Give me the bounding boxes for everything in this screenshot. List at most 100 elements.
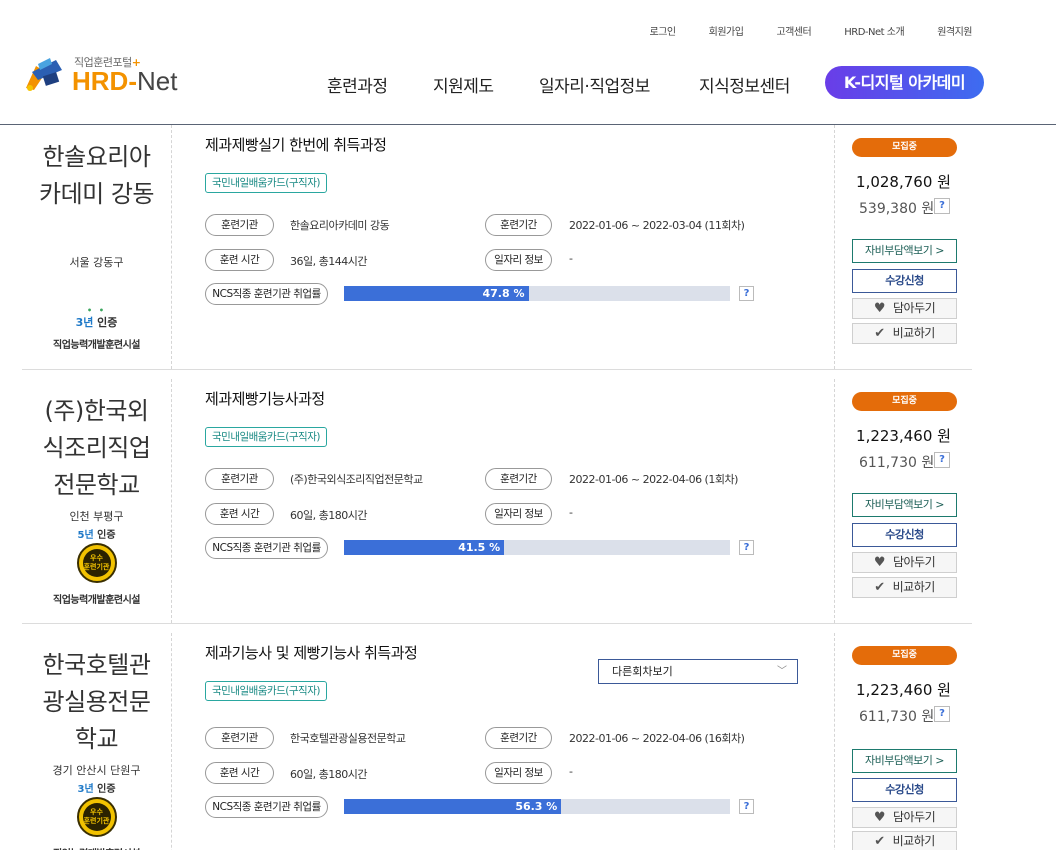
compare-button[interactable]: ✔ 비교하기	[852, 831, 957, 850]
period-value: 2022-01-06 ~ 2022-04-06 (16회차)	[569, 732, 745, 745]
hours-value: 60일, 총180시간	[290, 768, 367, 781]
hours-pill: 훈련 시간	[205, 249, 274, 271]
self-pay-button[interactable]: 자비부담액보기 >	[852, 493, 957, 517]
certification-badge: 3년 인증	[77, 784, 116, 795]
job-value: -	[569, 506, 573, 519]
employment-rate-bar: 56.3 %	[344, 799, 730, 814]
org-pill: 훈련기관	[205, 468, 274, 490]
help-icon[interactable]: ?	[934, 452, 950, 468]
employment-rate-bar: 47.8 %	[344, 286, 730, 301]
org-value: (주)한국외식조리직업전문학교	[290, 473, 423, 486]
hours-pill: 훈련 시간	[205, 503, 274, 525]
status-badge: 모집중	[852, 646, 957, 665]
course-info: 제과기능사 및 제빵기능사 취득과정 다른회차보기 ﹀ 국민내일배움카드(구직자…	[172, 633, 835, 850]
compare-button[interactable]: ✔ 비교하기	[852, 577, 957, 598]
help-icon[interactable]: ?	[739, 286, 754, 301]
apply-button[interactable]: 수강신청	[852, 269, 957, 293]
main-nav: 훈련과정 지원제도 일자리·직업정보 지식정보센터 K-디지털 아카데미	[0, 66, 1056, 100]
employment-rate-bar: 41.5 %	[344, 540, 730, 555]
ncs-pill: NCS직종 훈련기관 취업률	[205, 796, 328, 818]
org-value: 한솔요리아카데미 강동	[290, 219, 390, 232]
org-pill: 훈련기관	[205, 214, 274, 236]
period-pill: 훈련기간	[485, 468, 552, 490]
other-session-select[interactable]: 다른회차보기 ﹀	[598, 659, 798, 684]
facility-label: 직업능력개발훈련시설	[53, 340, 141, 351]
about-link[interactable]: HRD-Net 소개	[844, 23, 904, 38]
period-value: 2022-01-06 ~ 2022-04-06 (1회차)	[569, 473, 738, 486]
period-pill: 훈련기간	[485, 214, 552, 236]
facility-label: 직업능력개발훈련시설	[22, 845, 171, 850]
period-value: 2022-01-06 ~ 2022-03-04 (11회차)	[569, 219, 745, 232]
org-region: 인천 부평구	[69, 510, 124, 523]
nav-support-system[interactable]: 지원제도	[433, 72, 494, 97]
card-tag: 국민내일배움카드(구직자)	[205, 173, 327, 193]
help-icon[interactable]: ?	[934, 198, 950, 214]
course-title[interactable]: 제과기능사 및 제빵기능사 취득과정	[205, 642, 418, 663]
course-actions: 모집중 1,028,760 원 539,380 원 ? 자비부담액보기 > 수강…	[835, 125, 972, 369]
org-name[interactable]: 한솔요리아 카데미 강동	[22, 139, 171, 213]
course-price: 1,223,460 원	[856, 681, 951, 699]
job-pill: 일자리 정보	[485, 762, 552, 784]
certification-badge: 5년 인증	[77, 530, 116, 541]
apply-button[interactable]: 수강신청	[852, 523, 957, 547]
org-column: (주)한국외 식조리직업 전문학교 인천 부평구 5년 인증 우수 훈련기관 직업…	[22, 379, 172, 623]
certification-badge: • • 3년 인증	[22, 306, 171, 330]
org-column: 한솔요리아 카데미 강동 서울 강동구 • • 3년 인증 직업능력개발훈련시설	[22, 125, 172, 369]
org-value: 한국호텔관광실용전문학교	[290, 732, 406, 745]
job-value: -	[569, 765, 573, 778]
course-price: 1,223,460 원	[856, 427, 951, 445]
employment-rate-fill: 47.8 %	[344, 286, 529, 301]
period-pill: 훈련기간	[485, 727, 552, 749]
org-name[interactable]: (주)한국외 식조리직업 전문학교	[22, 393, 171, 504]
self-pay-price: 611,730 원	[859, 709, 935, 725]
course-title[interactable]: 제과제빵실기 한번에 취득과정	[205, 134, 387, 155]
excellent-institution-badge: 우수 훈련기관	[22, 543, 171, 587]
compare-button[interactable]: ✔ 비교하기	[852, 323, 957, 344]
login-link[interactable]: 로그인	[650, 23, 677, 38]
customer-center-link[interactable]: 고객센터	[776, 23, 811, 38]
nav-jobs-info[interactable]: 일자리·직업정보	[539, 72, 650, 97]
job-pill: 일자리 정보	[485, 503, 552, 525]
excellent-seal-icon: 우수 훈련기관	[76, 797, 117, 837]
status-badge: 모집중	[852, 392, 957, 411]
course-actions: 모집중 1,223,460 원 611,730 원 ? 자비부담액보기 > 수강…	[835, 379, 972, 623]
hours-pill: 훈련 시간	[205, 762, 274, 784]
check-icon: ✔	[874, 326, 885, 341]
excellent-seal-icon: 우수 훈련기관	[76, 543, 117, 583]
course-info: 제과제빵실기 한번에 취득과정 국민내일배움카드(구직자) 훈련기관 한솔요리아…	[172, 125, 835, 369]
apply-button[interactable]: 수강신청	[852, 778, 957, 802]
check-icon: ✔	[874, 580, 885, 595]
hours-value: 60일, 총180시간	[290, 509, 367, 522]
employment-rate-fill: 56.3 %	[344, 799, 562, 814]
excellent-institution-badge: 우수 훈련기관	[22, 797, 171, 841]
wish-button[interactable]: ♥ 담아두기	[852, 552, 957, 573]
hours-value: 36일, 총144시간	[290, 255, 367, 268]
facility-label: 직업능력개발훈련시설	[53, 595, 141, 606]
self-pay-button[interactable]: 자비부담액보기 >	[852, 239, 957, 263]
remote-support-link[interactable]: 원격지원	[937, 23, 972, 38]
wish-button[interactable]: ♥ 담아두기	[852, 807, 957, 828]
wish-button[interactable]: ♥ 담아두기	[852, 298, 957, 319]
signup-link[interactable]: 회원가입	[709, 23, 744, 38]
course-title[interactable]: 제과제빵기능사과정	[205, 388, 325, 409]
help-icon[interactable]: ?	[739, 799, 754, 814]
chevron-down-icon: ﹀	[777, 666, 787, 677]
nav-k-digital-academy[interactable]: K-디지털 아카데미	[825, 66, 984, 99]
nav-knowledge-center[interactable]: 지식정보센터	[699, 72, 790, 97]
org-column: 한국호텔관 광실용전문 학교 경기 안산시 단원구 3년 인증 우수훈련기관 직…	[22, 633, 172, 850]
card-tag: 국민내일배움카드(구직자)	[205, 427, 327, 447]
course-item: (주)한국외 식조리직업 전문학교 인천 부평구 5년 인증 우수 훈련기관 직업…	[22, 379, 972, 624]
org-name[interactable]: 한국호텔관 광실용전문 학교	[22, 647, 171, 758]
cert-dots-icon: • •	[86, 306, 106, 315]
job-value: -	[569, 252, 573, 265]
nav-training-courses[interactable]: 훈련과정	[327, 72, 388, 97]
self-pay-price: 539,380 원	[859, 201, 935, 217]
help-icon[interactable]: ?	[934, 706, 950, 722]
help-icon[interactable]: ?	[739, 540, 754, 555]
employment-rate-fill: 41.5 %	[344, 540, 505, 555]
ncs-pill: NCS직종 훈련기관 취업률	[205, 283, 328, 305]
org-region: 경기 안산시 단원구	[52, 764, 141, 777]
job-pill: 일자리 정보	[485, 249, 552, 271]
self-pay-button[interactable]: 자비부담액보기 >	[852, 749, 957, 773]
status-badge: 모집중	[852, 138, 957, 157]
